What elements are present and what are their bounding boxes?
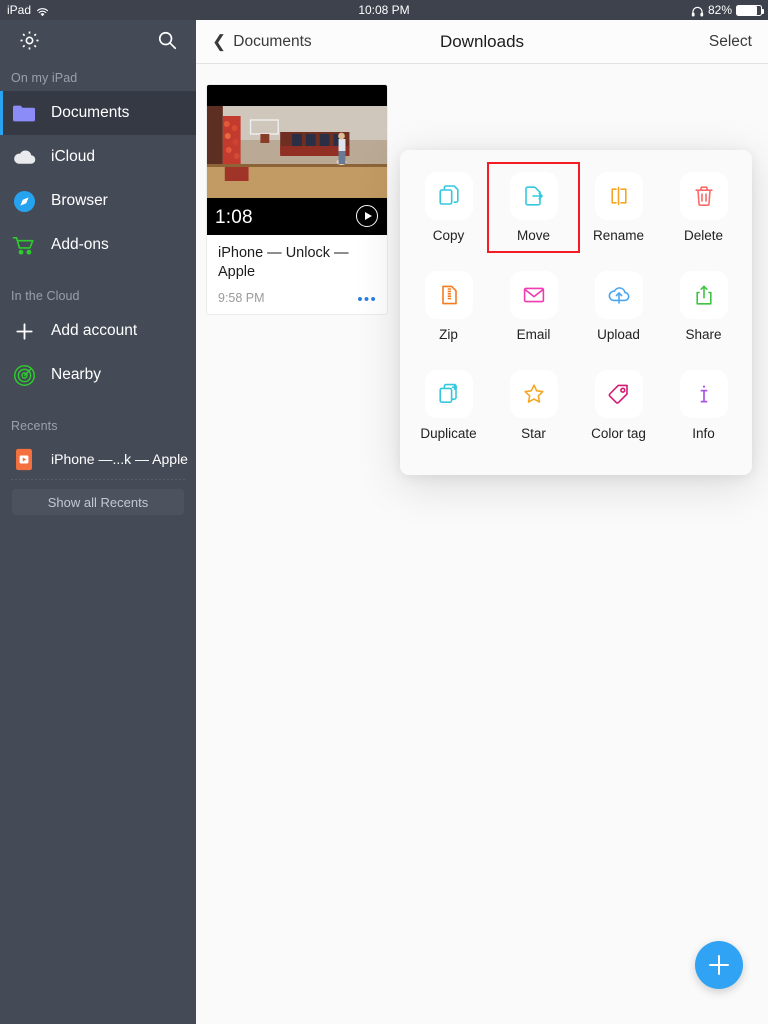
video-duration: 1:08: [215, 207, 253, 229]
sidebar-section-label-recents: Recents: [0, 397, 196, 439]
more-dots-icon[interactable]: •••: [357, 296, 377, 304]
page-title: Downloads: [196, 32, 768, 52]
cloud-icon: [11, 144, 37, 170]
thumbnail-image: [207, 106, 387, 198]
status-bar-time: 10:08 PM: [0, 3, 768, 17]
sidebar-item-label: Add account: [51, 322, 137, 340]
sidebar-item-browser[interactable]: Browser: [0, 179, 196, 223]
battery-icon: [736, 5, 762, 16]
move-icon: [510, 172, 558, 220]
menu-item-upload[interactable]: Upload: [576, 265, 661, 348]
menu-item-star[interactable]: Star: [491, 364, 576, 447]
share-icon: [680, 271, 728, 319]
plus-icon: [11, 318, 37, 344]
menu-item-label: Rename: [593, 228, 644, 243]
sidebar-item-label: Browser: [51, 192, 108, 210]
file-card[interactable]: 1:08 iPhone — Unlock — Apple 9:58 PM •••: [206, 84, 388, 315]
shopping-cart-icon: [11, 232, 37, 258]
menu-item-email[interactable]: Email: [491, 265, 576, 348]
gear-icon[interactable]: [18, 29, 41, 57]
sidebar-item-recent-file[interactable]: iPhone —...k — Apple: [0, 439, 196, 479]
menu-item-info[interactable]: Info: [661, 364, 746, 447]
menu-item-label: Delete: [684, 228, 723, 243]
context-menu-grid: Copy Move: [400, 150, 752, 457]
select-button[interactable]: Select: [709, 33, 752, 51]
play-icon[interactable]: [356, 205, 378, 227]
menu-item-label: Color tag: [591, 426, 646, 441]
sidebar-item-nearby[interactable]: Nearby: [0, 353, 196, 397]
menu-item-label: Duplicate: [420, 426, 476, 441]
menu-item-duplicate[interactable]: Duplicate: [406, 364, 491, 447]
tag-icon: [595, 370, 643, 418]
sidebar-item-add-account[interactable]: Add account: [0, 309, 196, 353]
menu-item-label: Email: [517, 327, 551, 342]
sidebar-section-label-on-my-ipad: On my iPad: [0, 65, 196, 91]
sidebar-item-label: Add-ons: [51, 236, 109, 254]
sidebar-item-label: Nearby: [51, 366, 101, 384]
status-bar-right: 82%: [691, 3, 762, 17]
menu-item-move[interactable]: Move: [491, 166, 576, 249]
file-name: iPhone — Unlock — Apple: [218, 244, 377, 282]
add-button[interactable]: [695, 941, 743, 989]
battery-percent: 82%: [708, 3, 732, 17]
sidebar-item-label: Documents: [51, 104, 129, 122]
zip-icon: [425, 271, 473, 319]
star-icon: [510, 370, 558, 418]
envelope-icon: [510, 271, 558, 319]
trash-icon: [680, 172, 728, 220]
menu-item-label: Upload: [597, 327, 640, 342]
context-menu: Copy Move: [400, 150, 752, 475]
menu-item-label: Info: [692, 426, 715, 441]
sidebar-item-label: iCloud: [51, 148, 95, 166]
menu-item-delete[interactable]: Delete: [661, 166, 746, 249]
menu-item-color-tag[interactable]: Color tag: [576, 364, 661, 447]
info-icon: [680, 370, 728, 418]
folder-icon: [11, 100, 37, 126]
menu-item-rename[interactable]: Rename: [576, 166, 661, 249]
copy-icon: [425, 172, 473, 220]
video-thumbnail: 1:08: [207, 85, 387, 235]
navigation-bar: ❮ Documents Downloads Select: [196, 20, 768, 64]
main-content: ❮ Documents Downloads Select: [196, 20, 768, 1024]
sidebar-toolbar: [0, 20, 196, 65]
radar-icon: [11, 362, 37, 388]
headphones-icon: [691, 6, 704, 17]
file-time: 9:58 PM: [218, 291, 377, 305]
compass-icon: [11, 188, 37, 214]
ipad-screen: iPad 10:08 PM 82%: [0, 0, 768, 1024]
menu-item-label: Share: [685, 327, 721, 342]
menu-item-copy[interactable]: Copy: [406, 166, 491, 249]
sidebar-divider: [11, 479, 185, 480]
menu-item-label: Star: [521, 426, 546, 441]
duplicate-icon: [425, 370, 473, 418]
sidebar-item-icloud[interactable]: iCloud: [0, 135, 196, 179]
sidebar-section-label-in-the-cloud: In the Cloud: [0, 267, 196, 309]
video-file-icon: [11, 446, 37, 472]
sidebar-item-label: iPhone —...k — Apple: [51, 451, 188, 467]
sidebar: On my iPad Documents iCloud: [0, 20, 196, 1024]
show-all-recents-button[interactable]: Show all Recents: [12, 489, 184, 515]
status-bar: iPad 10:08 PM 82%: [0, 0, 768, 20]
search-icon[interactable]: [156, 29, 178, 56]
cloud-upload-icon: [595, 271, 643, 319]
file-card-body: iPhone — Unlock — Apple 9:58 PM •••: [207, 235, 387, 314]
menu-item-label: Zip: [439, 327, 458, 342]
sidebar-item-add-ons[interactable]: Add-ons: [0, 223, 196, 267]
menu-item-label: Copy: [433, 228, 465, 243]
rename-icon: [595, 172, 643, 220]
menu-item-label: Move: [517, 228, 550, 243]
menu-item-share[interactable]: Share: [661, 265, 746, 348]
sidebar-item-documents[interactable]: Documents: [0, 91, 196, 135]
menu-item-zip[interactable]: Zip: [406, 265, 491, 348]
